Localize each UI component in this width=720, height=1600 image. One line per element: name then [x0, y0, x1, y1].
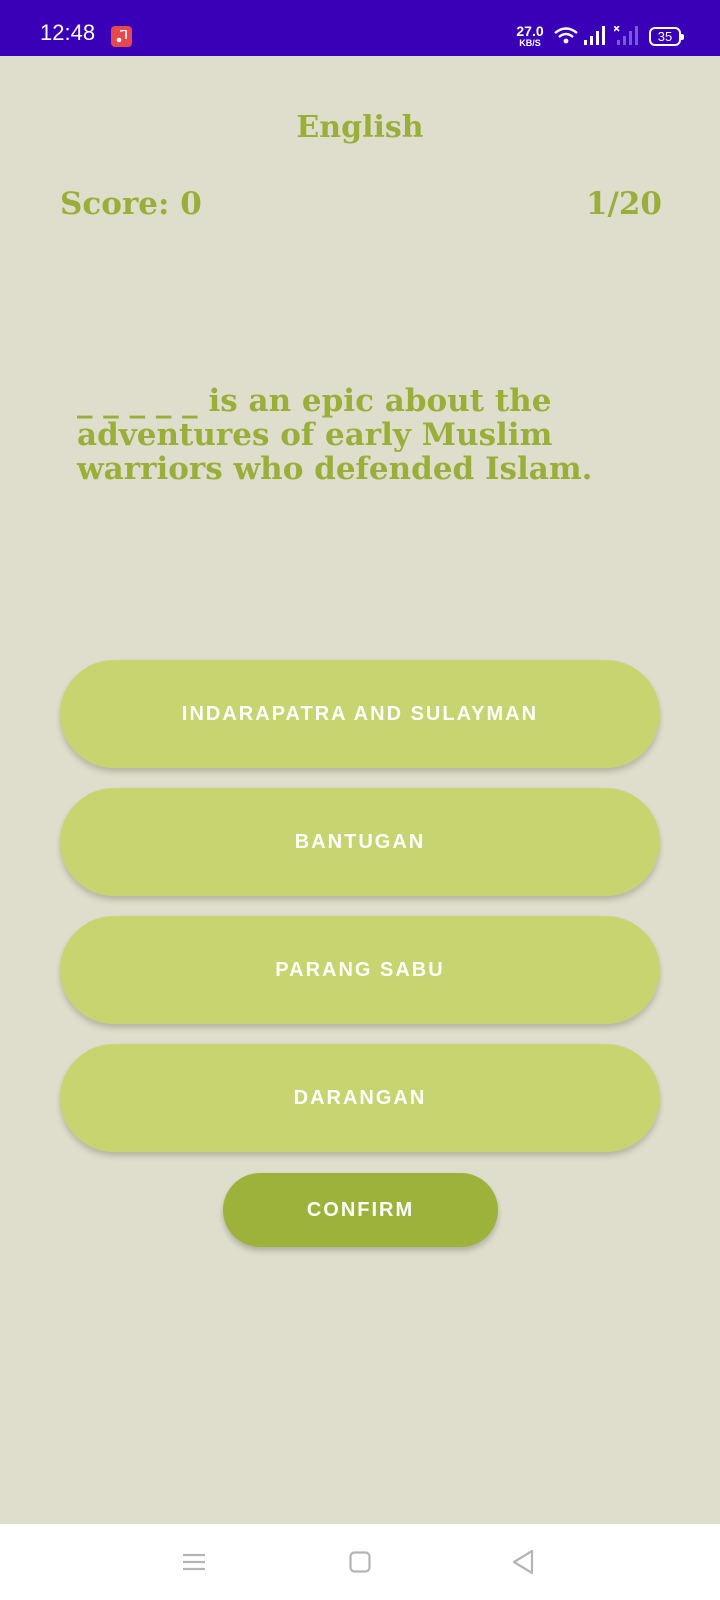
navigation-bar: [0, 1524, 720, 1600]
question-text: _ _ _ _ _ is an epic about the adventure…: [77, 383, 593, 487]
confirm-button[interactable]: CONFIRM: [223, 1173, 498, 1247]
network-speed-unit: KB/S: [519, 38, 541, 48]
option-button-4[interactable]: DARANGAN: [60, 1044, 660, 1152]
back-button[interactable]: [478, 1524, 568, 1600]
music-app-icon: [111, 26, 132, 47]
battery-icon: 35: [649, 27, 684, 46]
recents-button[interactable]: [149, 1524, 239, 1600]
home-button[interactable]: [315, 1524, 405, 1600]
status-time: 12:48: [40, 20, 96, 45]
network-speed: 27.0 KB/S: [513, 24, 547, 48]
status-bar: 12:48 27.0 KB/S 35: [0, 0, 720, 56]
option-button-3[interactable]: PARANG SABU: [60, 916, 660, 1024]
signal-icon: [584, 26, 606, 50]
wifi-icon: [554, 27, 578, 49]
option-button-2[interactable]: BANTUGAN: [60, 788, 660, 896]
score-label: Score: 0: [60, 186, 202, 222]
signal-no-sim-icon: [613, 25, 638, 50]
network-speed-value: 27.0: [516, 23, 544, 39]
question-progress: 1/20: [585, 186, 662, 222]
page-title: English: [296, 110, 424, 145]
option-button-1[interactable]: INDARAPATRA AND SULAYMAN: [60, 660, 660, 768]
